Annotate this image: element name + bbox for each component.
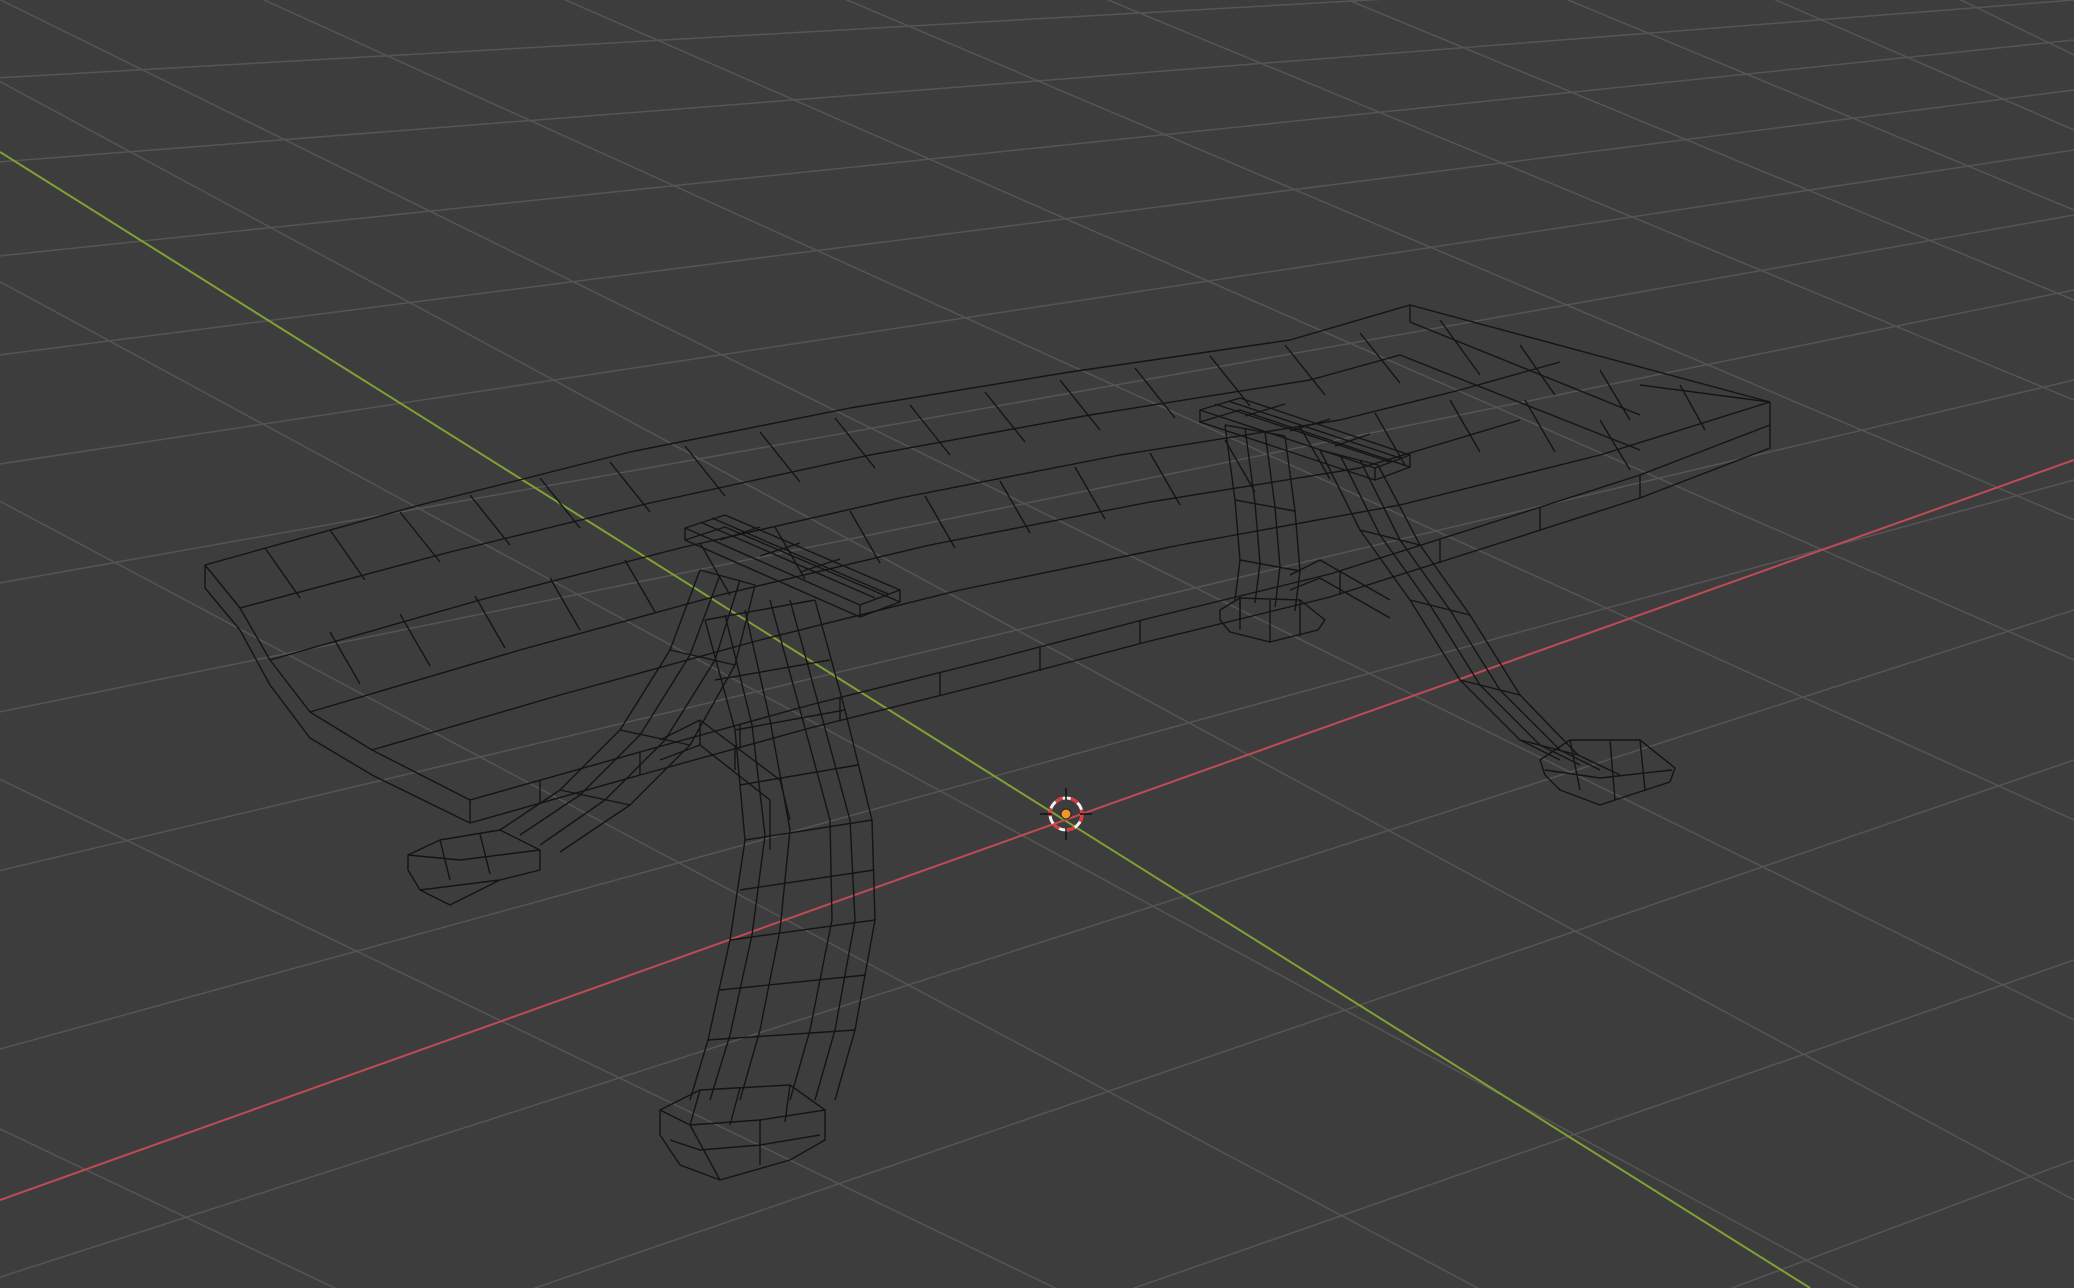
object-origin-icon bbox=[1060, 808, 1072, 820]
3d-viewport[interactable] bbox=[0, 0, 2074, 1288]
left-leg-crossbar bbox=[659, 514, 901, 850]
3d-cursor-icon[interactable] bbox=[1040, 788, 1092, 840]
back-left-leg bbox=[407, 569, 756, 906]
table-wireframe bbox=[204, 304, 1771, 1181]
front-left-leg bbox=[659, 599, 876, 1181]
right-leg-crossbar bbox=[1199, 397, 1411, 619]
tabletop bbox=[204, 304, 1771, 824]
